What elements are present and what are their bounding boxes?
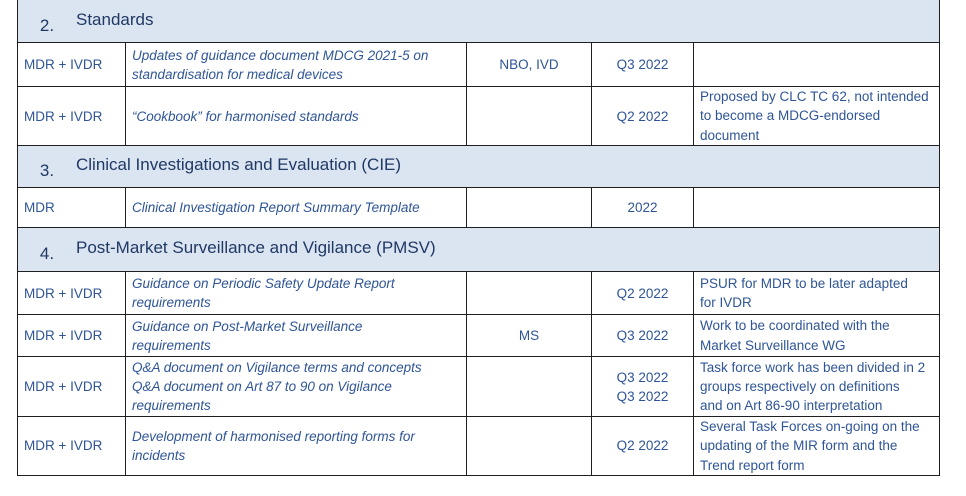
- stakeholders-cell: NBO, IVD: [466, 42, 592, 87]
- section-number: 4.: [39, 244, 55, 263]
- section-title: Standards: [76, 9, 154, 29]
- comments-cell: [692, 187, 941, 228]
- timeline-cell: Q2 2022: [591, 271, 694, 315]
- stakeholders-cell: [466, 187, 592, 228]
- timeline-cell: Q3 2022 Q3 2022: [591, 356, 694, 417]
- scope-cell: MDR: [17, 187, 126, 228]
- section-title: Post-Market Surveillance and Vigilance (…: [76, 238, 436, 257]
- timeline-cell: Q2 2022: [591, 86, 694, 146]
- work-programme-table: 2. Standards MDR + IVDR Updates of guidan…: [16, 0, 941, 476]
- document-cell: Updates of guidance document MDCG 2021-5…: [125, 42, 467, 87]
- table-row: MDR + IVDR Development of harmonised rep…: [17, 416, 941, 476]
- section-header-pmsv: 4. Post-Market Surveillance and Vigilance…: [16, 227, 941, 272]
- stakeholders-cell: [466, 416, 592, 476]
- document-cell: Guidance on Post-Market Surveillance requ…: [125, 314, 467, 357]
- table-row: MDR + IVDR Updates of guidance document …: [17, 42, 941, 87]
- document-cell: Guidance on Periodic Safety Update Repor…: [125, 271, 467, 315]
- stakeholders-cell: MS: [466, 314, 592, 357]
- comments-cell: [692, 42, 941, 87]
- timeline-cell: Q2 2022: [591, 416, 694, 476]
- section-number: 2.: [39, 15, 55, 35]
- table-row: MDR + IVDR Guidance on Periodic Safety U…: [17, 271, 941, 315]
- scope-cell: MDR + IVDR: [17, 271, 126, 315]
- document-cell: Clinical Investigation Report Summary Te…: [125, 187, 467, 228]
- comments-cell: Task force work has been divided in 2 gro…: [692, 356, 941, 417]
- timeline-cell: Q3 2022: [591, 314, 694, 357]
- scope-cell: MDR + IVDR: [17, 314, 126, 357]
- section-number: 3.: [39, 161, 55, 180]
- section-header-standards: 2. Standards: [16, 0, 941, 43]
- table-row: MDR Clinical Investigation Report Summar…: [17, 187, 941, 228]
- document-cell: Q&A document on Vigilance terms and conc…: [125, 356, 467, 417]
- stakeholders-cell: [466, 86, 592, 146]
- stakeholders-cell: [466, 271, 592, 315]
- scope-cell: MDR + IVDR: [17, 356, 126, 417]
- table-row: MDR + IVDR Q&A document on Vigilance ter…: [17, 356, 941, 417]
- document-cell: “Cookbook” for harmonised standards: [125, 86, 467, 146]
- timeline-cell: 2022: [591, 187, 694, 228]
- scope-cell: MDR + IVDR: [17, 416, 126, 476]
- comments-cell: Work to be coordinated with the Market Su…: [692, 314, 941, 357]
- timeline-cell: Q3 2022: [591, 42, 694, 87]
- comments-cell: Several Task Forces on-going on the updat…: [692, 416, 941, 476]
- comments-cell: PSUR for MDR to be later adapted for IVDR: [692, 271, 941, 315]
- section-header-cie: 3. Clinical Investigations and Evaluation…: [16, 145, 941, 188]
- stakeholders-cell: [466, 356, 592, 417]
- document-cell: Development of harmonised reporting form…: [125, 416, 467, 476]
- section-title: Clinical Investigations and Evaluation (…: [76, 155, 402, 174]
- scope-cell: MDR + IVDR: [17, 42, 126, 87]
- table-row: MDR + IVDR “Cookbook” for harmonised sta…: [17, 86, 941, 146]
- scope-cell: MDR + IVDR: [17, 86, 126, 146]
- table-row: MDR + IVDR Guidance on Post-Market Surve…: [17, 314, 941, 357]
- comments-cell: Proposed by CLC TC 62, not intended to be…: [692, 86, 941, 146]
